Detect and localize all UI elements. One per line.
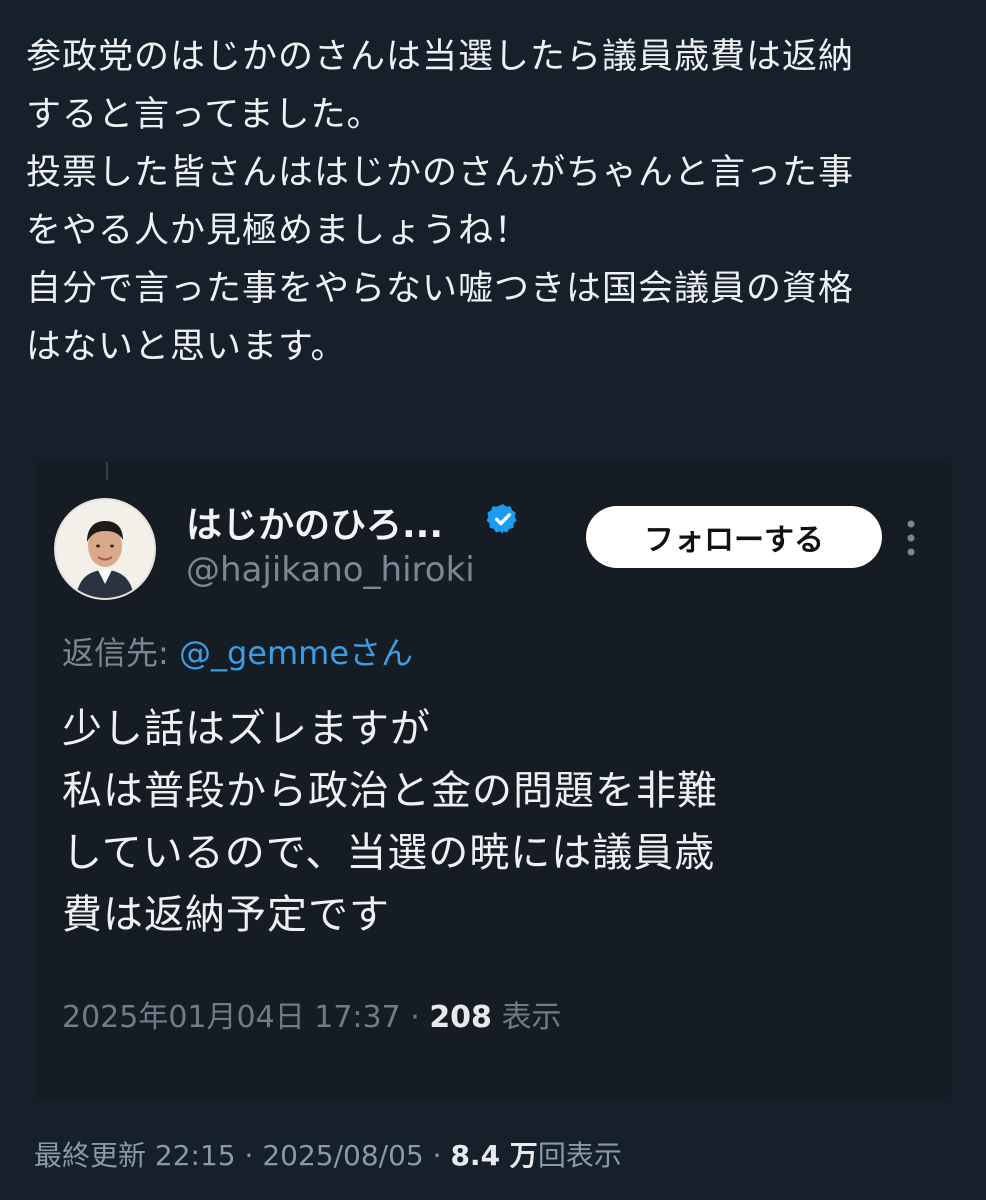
- separator-dot: ·: [244, 1139, 263, 1172]
- reply-to-label: 返信先:: [62, 634, 169, 672]
- embedded-tweet-line: 私は普段から政治と金の問題を非難: [62, 768, 718, 814]
- thread-line: [106, 462, 108, 480]
- embedded-tweet-line: 費は返納予定です: [62, 892, 390, 938]
- follow-button[interactable]: フォローする: [586, 506, 882, 568]
- reply-to: 返信先: @_gemmeさん: [62, 628, 413, 674]
- post-text-line: 投票した皆さんははじかのさんがちゃんと言った事: [26, 153, 855, 193]
- post-text-line: はないと思います。: [26, 327, 347, 367]
- post-time[interactable]: 22:15: [155, 1139, 236, 1172]
- embedded-tweet-text: 少し話はズレますが 私は普段から政治と金の問題を非難 しているので、当選の暁には…: [62, 698, 942, 946]
- embedded-tweet-timestamp[interactable]: 2025年01月04日 17:37: [62, 1000, 401, 1035]
- embedded-views-count: 208: [429, 1000, 492, 1035]
- post-text-line: 参政党のはじかのさんは当選したら議員歳費は返納: [26, 37, 855, 77]
- views-count: 8.4 万: [450, 1139, 538, 1172]
- separator-dot: ·: [410, 1000, 430, 1035]
- avatar-photo-icon: [56, 500, 154, 598]
- embedded-tweet-meta: 2025年01月04日 17:37 · 208 表示: [62, 992, 561, 1036]
- embedded-views-label: 表示: [501, 1000, 562, 1035]
- user-handle[interactable]: @hajikano_hiroki: [186, 550, 475, 590]
- separator-dot: ·: [432, 1139, 451, 1172]
- reply-to-mention-link[interactable]: @_gemmeさん: [179, 634, 413, 672]
- post-meta: 最終更新 22:15 · 2025/08/05 · 8.4 万回表示: [34, 1134, 622, 1174]
- verified-badge-icon: [486, 504, 517, 534]
- embedded-tweet-image[interactable]: はじかのひろ... @hajikano_hiroki フォローする 返信先: @…: [34, 462, 952, 1098]
- more-options-icon[interactable]: [900, 516, 922, 560]
- post-text-line: すると言ってました。: [26, 95, 383, 135]
- display-name[interactable]: はじかのひろ...: [186, 496, 443, 548]
- embedded-tweet-line: 少し話はズレますが: [62, 706, 431, 752]
- post-text-line: をやる人か見極めましょうね！: [26, 211, 531, 251]
- avatar[interactable]: [54, 498, 156, 600]
- post-text: 参政党のはじかのさんは当選したら議員歳費は返納 すると言ってました。 投票した皆…: [26, 28, 966, 376]
- embedded-tweet-line: しているので、当選の暁には議員歳: [62, 830, 716, 876]
- post-text-line: 自分で言った事をやらない嘘つきは国会議員の資格: [26, 269, 855, 309]
- last-updated-label: 最終更新: [34, 1139, 147, 1172]
- views-label: 回表示: [537, 1139, 622, 1172]
- post-date[interactable]: 2025/08/05: [262, 1139, 423, 1172]
